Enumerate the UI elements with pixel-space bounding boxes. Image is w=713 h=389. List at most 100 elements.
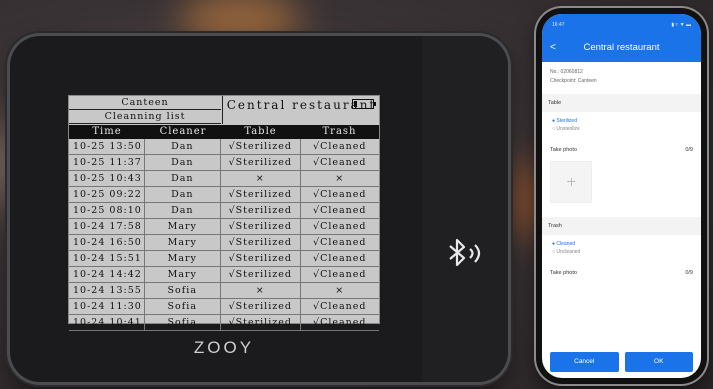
- cell-cleaner: Dan: [145, 203, 222, 218]
- smartphone: 16:47 ▮ ≈ ▼ ▬ < Central restaurant No.: …: [536, 8, 707, 384]
- radio-sterilized[interactable]: ● Sterilized: [542, 117, 701, 125]
- cell-time: 10-24 13:55: [69, 283, 145, 298]
- cancel-button[interactable]: Cancel: [550, 352, 619, 372]
- cell-trash: ×: [335, 173, 345, 184]
- radio-uncleaned-label: Uncleaned: [556, 249, 581, 255]
- cell-time: 10-24 10:41: [69, 315, 145, 330]
- cleaning-log-rows: 10-25 13:50 Dan √Sterilized √Cleaned 10-25 1…: [69, 139, 379, 331]
- battery-icon: [352, 99, 376, 109]
- cell-table: ×: [221, 171, 301, 186]
- cell-cleaner: Dan: [145, 155, 222, 170]
- phone-screen: 16:47 ▮ ≈ ▼ ▬ < Central restaurant No.: …: [542, 14, 701, 378]
- ok-button[interactable]: OK: [624, 352, 693, 372]
- cell-cleaner: Mary: [145, 219, 222, 234]
- column-header-time: Time: [92, 126, 122, 137]
- cell-time: 10-25 10:43: [69, 171, 145, 186]
- cell-trash: √Cleaned: [313, 269, 367, 280]
- screen-header-left: Canteen Cleanning list: [69, 96, 221, 124]
- cell-trash: √Cleaned: [313, 189, 367, 200]
- table-row: 10-25 13:50 Dan √Sterilized √Cleaned: [69, 139, 379, 155]
- cell-time: 10-25 08:10: [69, 203, 145, 218]
- table-section-header: Table: [542, 94, 701, 112]
- cell-time: 10-24 17:58: [69, 219, 145, 234]
- radio-cleaned[interactable]: ● Cleaned: [542, 240, 701, 248]
- cell-table: √Sterilized: [221, 187, 301, 202]
- cell-time: 10-25 13:50: [69, 139, 145, 154]
- cell-trash: √Cleaned: [313, 157, 367, 168]
- table-header: Time Cleaner Table Trash: [69, 125, 379, 139]
- cell-table: √Sterilized: [221, 219, 301, 234]
- cell-table: ×: [221, 283, 301, 298]
- table-row: 10-24 17:58 Mary √Sterilized √Cleaned: [69, 219, 379, 235]
- column-header-cleaner: Cleaner: [159, 126, 207, 137]
- cell-cleaner: Dan: [145, 139, 222, 154]
- cell-table: √Sterilized: [221, 203, 301, 218]
- cell-table: √Sterilized: [221, 139, 301, 154]
- cell-time: 10-25 11:37: [69, 155, 145, 170]
- radio-unsterilize[interactable]: ○ Unsterilize: [542, 125, 701, 133]
- cell-time: 10-24 15:51: [69, 251, 145, 266]
- trash-photo-row: Take photo 0/9: [542, 256, 701, 276]
- app-header: 16:47 ▮ ≈ ▼ ▬ < Central restaurant: [542, 14, 701, 62]
- add-photo-button[interactable]: [550, 161, 592, 203]
- app-title: Central restaurant: [583, 42, 660, 53]
- cell-trash: √Cleaned: [313, 205, 367, 216]
- radio-cleaned-label: Cleaned: [556, 241, 576, 247]
- take-photo-label: Take photo: [550, 147, 577, 153]
- cell-trash: ×: [335, 285, 345, 296]
- device-side-panel: [422, 36, 508, 382]
- table-row: 10-24 13:55 Sofia × ×: [69, 283, 379, 299]
- cell-trash: √Cleaned: [313, 141, 367, 152]
- cell-table: √Sterilized: [221, 299, 301, 314]
- cell-time: 10-25 09:22: [69, 187, 145, 202]
- cell-trash: √Cleaned: [313, 317, 367, 328]
- cell-trash: √Cleaned: [313, 301, 367, 312]
- table-row: 10-25 10:43 Dan × ×: [69, 171, 379, 187]
- table-row: 10-24 16:50 Mary √Sterilized √Cleaned: [69, 235, 379, 251]
- column-header-table: Table: [244, 126, 277, 137]
- table-row: 10-24 14:42 Mary √Sterilized √Cleaned: [69, 267, 379, 283]
- cell-cleaner: Sofia: [145, 283, 222, 298]
- cell-table: √Sterilized: [221, 267, 301, 282]
- cell-cleaner: Mary: [145, 267, 222, 282]
- device-screen: Canteen Cleanning list Central restauran…: [68, 95, 380, 331]
- cell-table: √Sterilized: [221, 315, 301, 330]
- cell-table: √Sterilized: [221, 155, 301, 170]
- location-label: Canteen: [69, 96, 221, 110]
- cell-cleaner: Mary: [145, 235, 222, 250]
- radio-sterilized-label: Sterilized: [556, 118, 577, 124]
- table-row: 10-24 11:30 Sofia √Sterilized √Cleaned: [69, 299, 379, 315]
- record-number: No.: 02060812: [550, 69, 583, 75]
- cell-time: 10-24 14:42: [69, 267, 145, 282]
- column-header-trash: Trash: [322, 126, 357, 137]
- cell-table: √Sterilized: [221, 251, 301, 266]
- status-icons: ▮ ≈ ▼ ▬: [671, 22, 691, 28]
- cell-table: √Sterilized: [221, 235, 301, 250]
- cell-cleaner: Dan: [145, 187, 222, 202]
- cell-trash: √Cleaned: [313, 237, 367, 248]
- record-meta: No.: 02060812 Checkpoint: Canteen: [542, 62, 701, 88]
- status-time: 16:47: [552, 22, 565, 28]
- table-row: 10-25 11:37 Dan √Sterilized √Cleaned: [69, 155, 379, 171]
- cell-time: 10-24 11:30: [69, 299, 145, 314]
- table-row: 10-25 09:22 Dan √Sterilized √Cleaned: [69, 187, 379, 203]
- table-row: 10-24 15:51 Mary √Sterilized √Cleaned: [69, 251, 379, 267]
- cell-trash: √Cleaned: [313, 253, 367, 264]
- cell-cleaner: Dan: [145, 171, 222, 186]
- trash-section-header: Trash: [542, 217, 701, 235]
- cell-cleaner: Sofia: [145, 315, 222, 330]
- table-photo-row: Take photo 0/9: [542, 133, 701, 153]
- action-bar: Cancel OK: [550, 352, 693, 372]
- bluetooth-icon: [449, 238, 481, 267]
- table-row: 10-24 10:41 Sofia √Sterilized √Cleaned: [69, 315, 379, 331]
- cell-cleaner: Sofia: [145, 299, 222, 314]
- radio-uncleaned[interactable]: ○ Uncleaned: [542, 248, 701, 256]
- cell-cleaner: Mary: [145, 251, 222, 266]
- checkpoint-label: Checkpoint: Canteen: [550, 78, 597, 84]
- table-row: 10-25 08:10 Dan √Sterilized √Cleaned: [69, 203, 379, 219]
- radio-unsterilize-label: Unsterilize: [556, 126, 580, 132]
- list-name-label: Cleanning list: [69, 110, 221, 124]
- cell-trash: √Cleaned: [313, 221, 367, 232]
- screen-header-right: Central restaurant: [222, 96, 380, 124]
- photo-count: 0/9: [685, 270, 693, 276]
